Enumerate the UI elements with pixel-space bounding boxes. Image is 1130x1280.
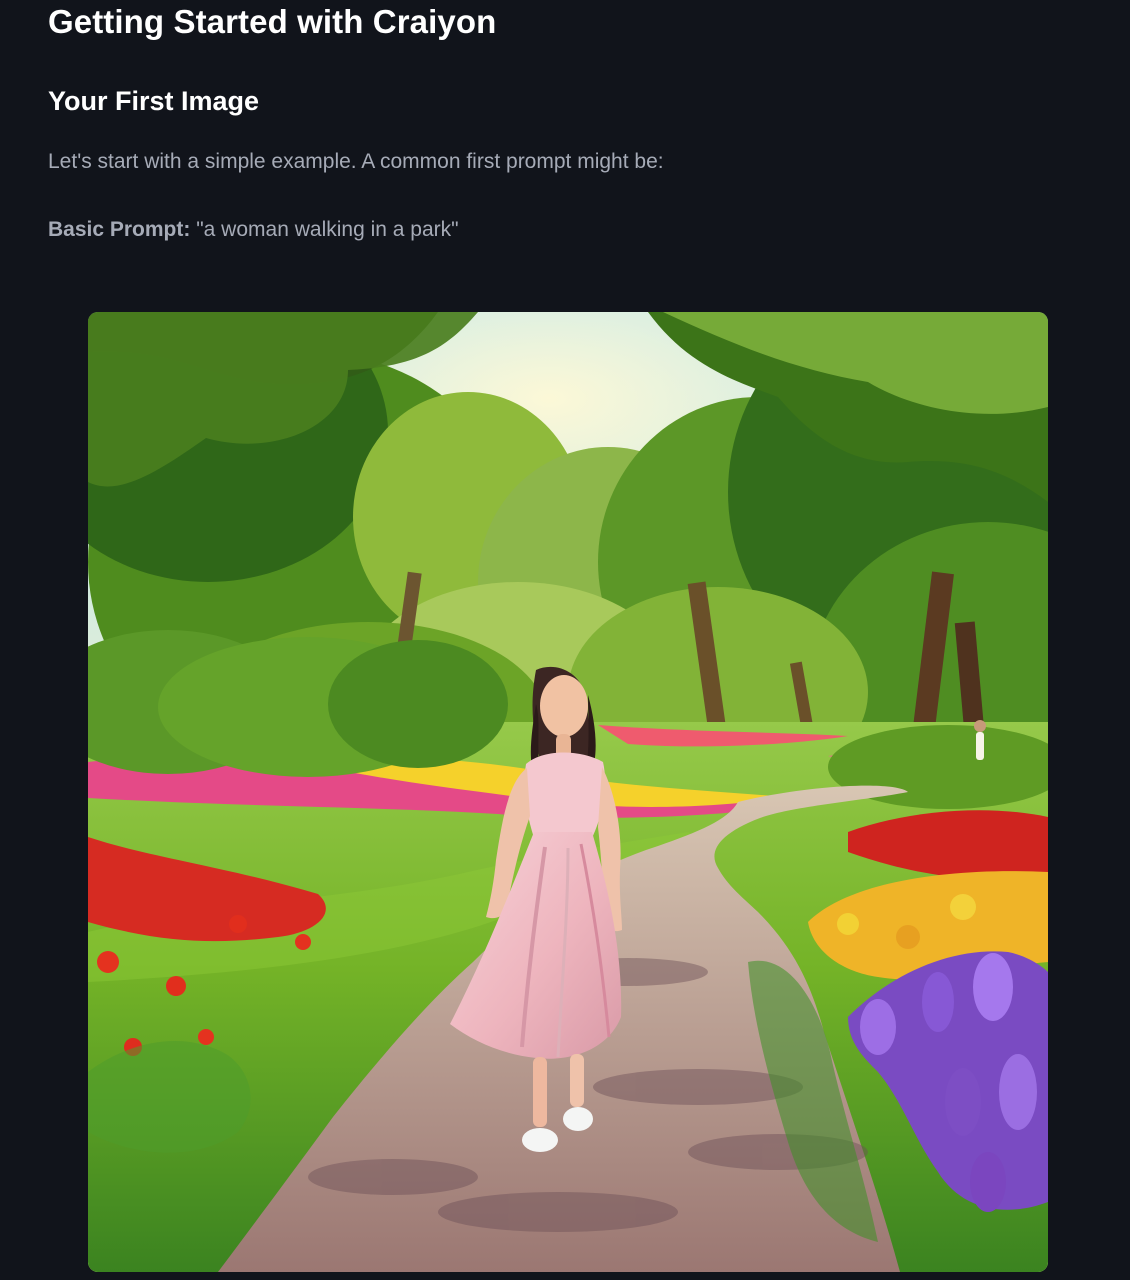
basic-prompt-text: "a woman walking in a park" [196,218,459,241]
basic-prompt-label: Basic Prompt: [48,218,191,241]
section-title: Your First Image [48,86,260,116]
page-title: Getting Started with Craiyon [48,3,497,40]
basic-prompt: Basic Prompt: "a woman walking in a park… [48,216,459,244]
park-illustration [88,312,1048,1272]
intro-text: Let's start with a simple example. A com… [48,150,664,173]
generated-image [88,312,1048,1272]
